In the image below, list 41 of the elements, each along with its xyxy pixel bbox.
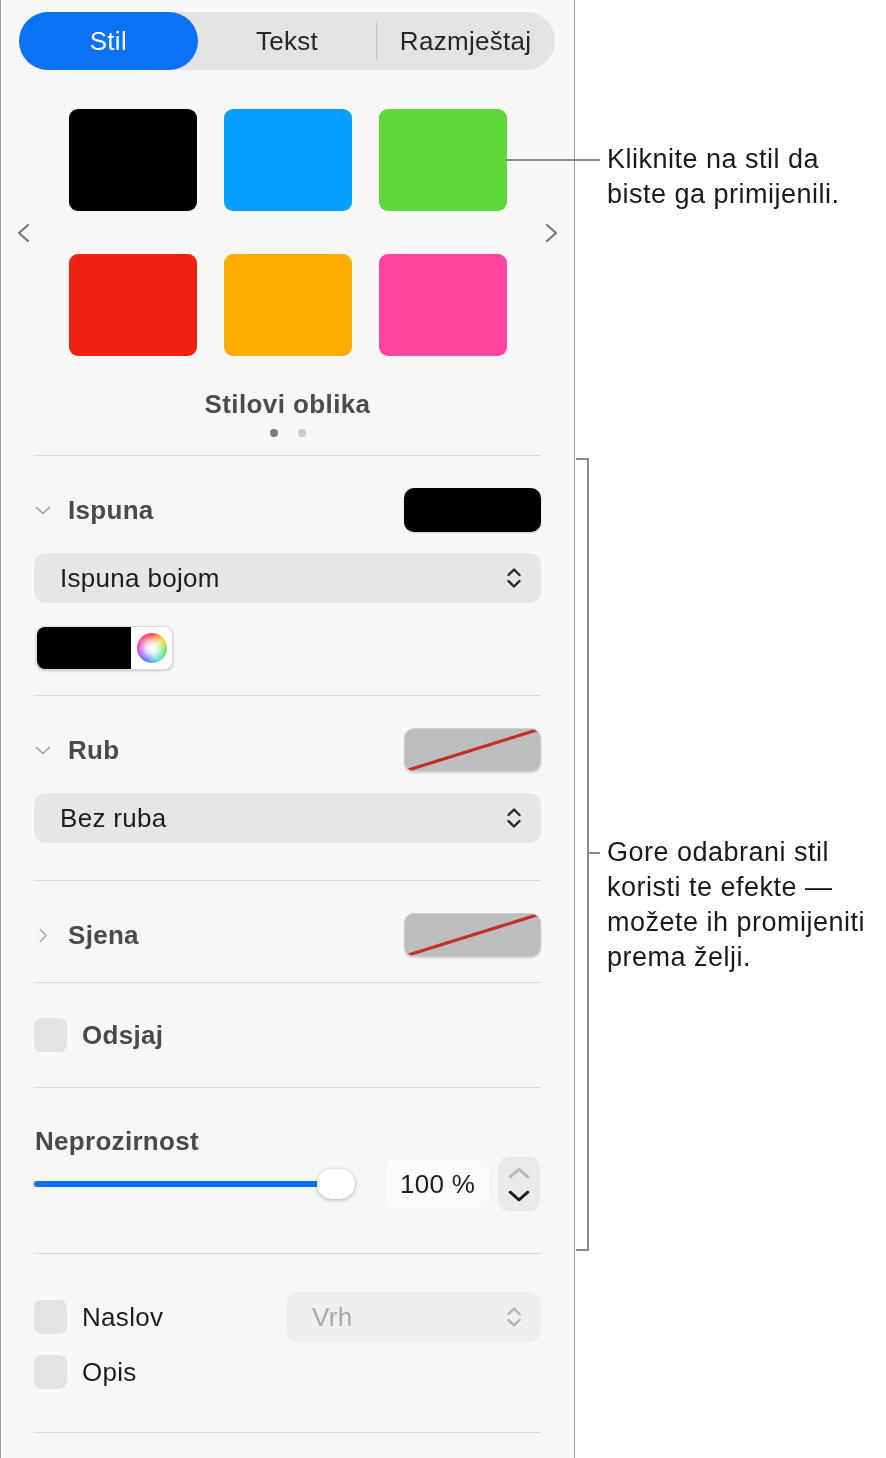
popup-value: Ispuna bojom: [60, 562, 220, 594]
value-field[interactable]: 100 %: [385, 1159, 490, 1209]
popup-button[interactable]: Bez ruba: [34, 793, 541, 843]
style-swatch[interactable]: [68, 109, 197, 211]
section-title: Ispuna: [68, 494, 154, 526]
style-swatch[interactable]: [223, 109, 352, 211]
page-dot[interactable]: [269, 429, 278, 437]
slider-label: Neprozirnost: [35, 1126, 199, 1156]
up-down-chevron-icon: [506, 806, 522, 830]
up-down-chevron-icon: [506, 1305, 522, 1329]
no-color-well[interactable]: [404, 913, 541, 957]
tab[interactable]: Tekst: [197, 12, 377, 70]
callout-text: Gore odabrani stil koristi te efekte — možete ih promijeniti prema želji.: [607, 836, 866, 974]
checkbox-label: Opis: [82, 1356, 137, 1388]
styles-title: Stilovi oblika: [204, 389, 371, 419]
style-swatch[interactable]: [68, 254, 197, 356]
tab[interactable]: Razmještaj: [376, 12, 555, 70]
color-chip[interactable]: [37, 627, 131, 669]
tab[interactable]: Stil: [19, 12, 198, 70]
color-wheel-icon[interactable]: [136, 633, 167, 663]
section-title: Rub: [68, 734, 120, 766]
popup-value: Vrh: [312, 1301, 353, 1333]
style-swatch[interactable]: [223, 254, 352, 356]
chevron-right-icon[interactable]: [39, 927, 48, 943]
callout-text: Kliknite na stil da biste ga primijenili.: [607, 143, 840, 211]
chevron-down-icon[interactable]: [508, 1189, 530, 1202]
section-title: Sjena: [68, 919, 139, 951]
checkbox-label: Odsjaj: [82, 1019, 164, 1051]
slider-thumb[interactable]: [317, 1169, 355, 1199]
checkbox-label: Naslov: [82, 1301, 164, 1333]
no-color-well[interactable]: [404, 728, 541, 772]
chevron-right-icon[interactable]: [545, 222, 559, 243]
color-well[interactable]: [404, 488, 541, 532]
chevron-left-icon[interactable]: [16, 222, 30, 243]
color-picker-control[interactable]: [36, 626, 173, 670]
popup-value: Bez ruba: [60, 802, 167, 834]
style-swatch[interactable]: [378, 109, 507, 211]
up-down-chevron-icon: [506, 566, 522, 590]
page-dot[interactable]: [297, 429, 306, 437]
popup-button[interactable]: Ispuna bojom: [34, 553, 541, 603]
style-swatch[interactable]: [378, 254, 507, 356]
